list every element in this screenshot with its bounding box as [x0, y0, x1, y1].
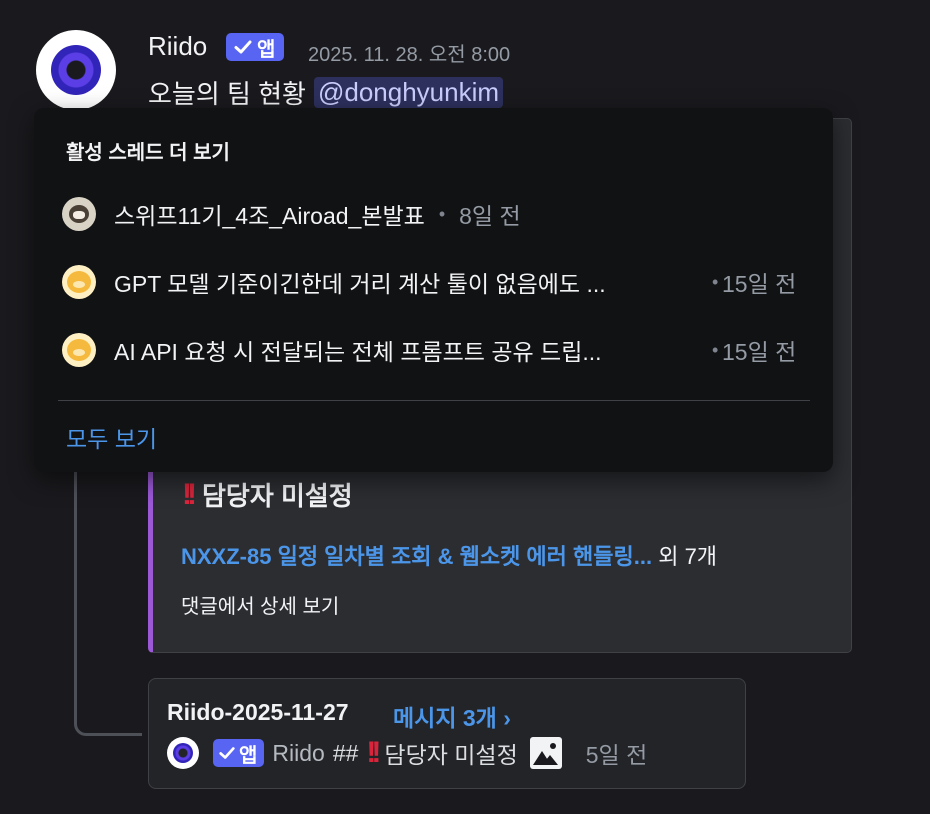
active-thread-time: 15일 전	[722, 271, 797, 297]
bear-avatar	[62, 333, 96, 367]
bear-avatar	[62, 265, 96, 299]
message-text: 오늘의 팀 현황	[148, 79, 306, 109]
active-thread-item[interactable]: 스위프11기_4조_Airoad_본발표 • 8일 전	[62, 194, 814, 234]
thread-name[interactable]: Riido-2025-11-27	[167, 699, 349, 726]
thread-card[interactable]	[148, 678, 746, 789]
popup-divider	[58, 400, 810, 401]
cat-avatar	[62, 197, 96, 231]
view-all-link[interactable]: 모두 보기	[66, 420, 157, 454]
thread-message-count[interactable]: 메시지 3개 ›	[393, 699, 511, 733]
preview-author: Riido	[272, 739, 325, 766]
embed-title-text: 담당자 미설정	[201, 481, 353, 511]
active-thread-item[interactable]: AI API 요청 시 전달되는 전체 프롬프트 공유 드립... • 15일 …	[62, 330, 814, 370]
popup-header: 활성 스레드 더 보기	[66, 142, 230, 164]
thread-last-message-preview[interactable]: 앱 Riido ## !! 담당자 미설정 5일 전	[167, 736, 647, 770]
embed-issue-link[interactable]: NXXZ-85 일정 일차별 조회 & 웹소켓 에러 핸들링...	[181, 544, 652, 569]
preview-time: 5일 전	[585, 742, 648, 768]
message-content: 오늘의 팀 현황 @donghyunkim	[148, 74, 504, 111]
embed-link-line: NXXZ-85 일정 일차별 조회 & 웹소켓 에러 핸들링... 외 7개	[181, 539, 717, 571]
double-exclamation-icon: !!	[366, 736, 381, 769]
message-timestamp: 2025. 11. 28. 오전 8:00	[308, 44, 511, 66]
checkmark-icon	[234, 40, 252, 54]
preview-title: 담당자 미설정	[384, 742, 518, 768]
active-thread-title: AI API 요청 시 전달되는 전체 프롬프트 공유 드립...	[114, 339, 602, 365]
embed-link-suffix: 외 7개	[658, 544, 718, 569]
message-author[interactable]: Riido	[148, 31, 207, 62]
embed-title: !! 담당자 미설정	[182, 476, 353, 513]
active-thread-title: GPT 모델 기준이긴한데 거리 계산 툴이 없음에도 ...	[114, 271, 606, 297]
app-badge: 앱	[226, 33, 285, 61]
user-mention[interactable]: @donghyunkim	[313, 77, 504, 108]
separator-dot: •	[438, 203, 446, 224]
preview-avatar	[167, 737, 199, 769]
app-badge-label: 앱	[257, 38, 276, 61]
preview-app-badge-label: 앱	[239, 744, 258, 767]
riido-logo-icon	[51, 45, 101, 95]
active-thread-time: 15일 전	[722, 339, 797, 365]
active-thread-title: 스위프11기_4조_Airoad_본발표	[114, 203, 425, 229]
double-exclamation-icon: !!	[182, 477, 197, 511]
image-icon	[529, 737, 562, 769]
active-thread-time: 8일 전	[459, 203, 521, 229]
separator-dot: •	[712, 339, 719, 360]
separator-dot: •	[712, 271, 719, 292]
bot-avatar[interactable]	[36, 30, 116, 110]
checkmark-icon	[219, 747, 235, 759]
preview-app-badge: 앱	[213, 739, 265, 767]
riido-logo-icon	[173, 743, 193, 763]
preview-text: ##	[332, 739, 359, 766]
active-thread-item[interactable]: GPT 모델 기준이긴한데 거리 계산 툴이 없음에도 ... • 15일 전	[62, 262, 814, 302]
embed-footer: 댓글에서 상세 보기	[181, 596, 340, 618]
thread-connector-line	[74, 470, 142, 736]
